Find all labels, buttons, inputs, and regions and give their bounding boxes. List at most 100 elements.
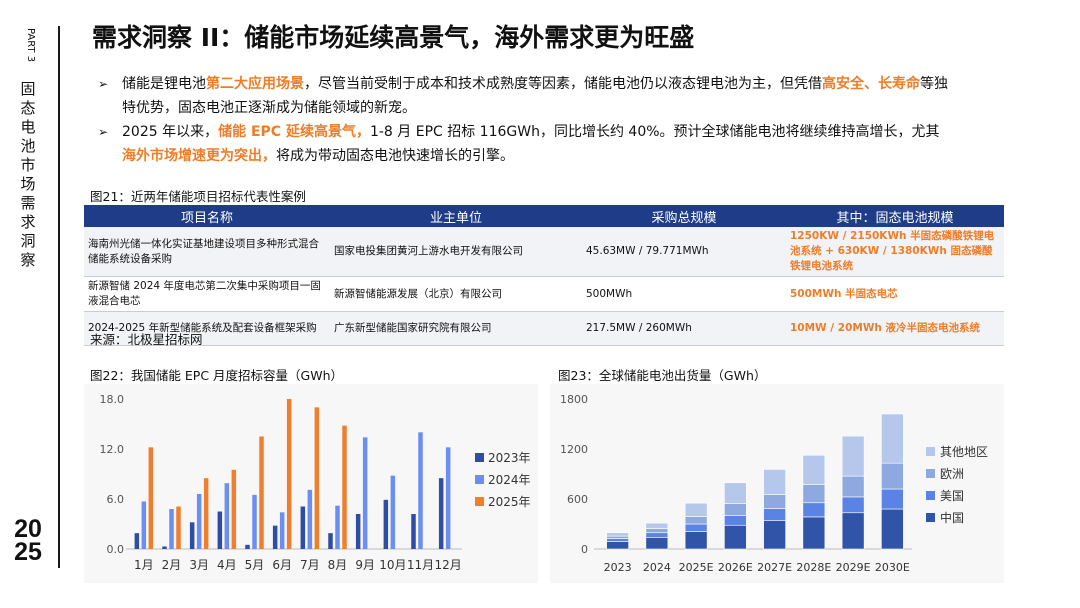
stack-segment-欧洲: [606, 535, 629, 539]
part-label: PART 3: [25, 28, 36, 63]
bar-2024年: [252, 494, 257, 549]
legend-swatch: [475, 475, 484, 484]
table-header-row: 项目名称 业主单位 采购总规模 其中：固态电池规模: [84, 205, 1004, 227]
legend-label: 2023年: [488, 451, 531, 465]
bar-2024年: [196, 494, 202, 549]
table-cell: 广东新型储能国家研究院有限公司: [330, 311, 582, 346]
bullet-text: 1-8 月 EPC 招标 116GWh，同比增长约 40%。预计全球储能电池将继…: [369, 124, 940, 140]
table-cell: 217.5MW / 260MWh: [582, 311, 786, 346]
table-cell: 10MW / 20MWh 液冷半固态电池系统: [786, 311, 1004, 346]
bullet-list: ➢ 储能是锂电池第二大应用场景，尽管当前受制于成本和技术成熟度等因素，储能电池仍以…: [98, 72, 948, 168]
bullet-text: 2025 年以来，: [122, 124, 219, 140]
bullet-arrow-icon: ➢: [98, 77, 109, 91]
chart-epc-monthly: 0.0 6.0 12.0 18.0 1月 2月 3月 4月 5月 6月 7月 8月 9月 10月 11月 12…: [84, 384, 538, 583]
legend-swatch: [926, 513, 935, 522]
table-source: 来源：北极星招标网: [90, 332, 203, 347]
stack-segment-其他地区: [841, 435, 865, 477]
stack-segment-美国: [684, 523, 708, 532]
section-title-char: 市: [20, 156, 36, 174]
x-tick-label: 2023: [604, 561, 632, 574]
table-cell: 500MWh: [582, 276, 786, 312]
bullet-item: ➢ 储能是锂电池第二大应用场景，尽管当前受制于成本和技术成熟度等因素，储能电池仍以…: [98, 72, 948, 120]
legend-label: 2025年: [488, 495, 531, 509]
stack-segment-其他地区: [763, 469, 786, 495]
legend-label: 其他地区: [940, 445, 988, 459]
bullet-highlight-text: 储能 EPC 延续高景气，: [218, 124, 370, 140]
stack-segment-欧洲: [645, 528, 669, 534]
x-tick-label: 2025E: [679, 561, 714, 574]
x-tick-label: 2026E: [718, 561, 753, 574]
bullet-item: ➢ 2025 年以来，储能 EPC 延续高景气，1-8 月 EPC 招标 116G…: [98, 120, 948, 168]
x-tick-label: 5月: [245, 558, 265, 572]
bar-2023年: [162, 546, 167, 549]
bar-2024年: [141, 501, 147, 549]
stack-segment-中国: [881, 508, 904, 550]
table-cell: 国家电投集团黄河上游水电开发有限公司: [330, 227, 582, 277]
stack-segment-中国: [763, 520, 786, 550]
bullet-text: ，尽管当前受制于成本和技术成熟度等因素，储能电池仍以液态锂电池为主，但凭借: [304, 76, 822, 92]
bullet-highlight-text: 高安全、长寿命: [822, 76, 920, 92]
y-tick-label: 0: [581, 543, 588, 556]
bar-2023年: [134, 533, 140, 549]
year-line-2: 25: [14, 538, 42, 566]
x-tick-label: 2024: [643, 561, 671, 574]
x-tick-label: 9月: [355, 558, 375, 572]
x-tick-label: 11月: [407, 558, 434, 572]
bullet-highlight-text: 第二大应用场景: [206, 76, 304, 92]
x-tick-label: 6月: [272, 558, 292, 572]
section-title-char: 场: [20, 175, 36, 193]
bar-2025年: [259, 436, 264, 549]
bar-2023年: [300, 506, 306, 549]
table-header-cell: 业主单位: [330, 205, 582, 227]
bar-2025年: [148, 447, 154, 549]
stack-segment-美国: [802, 502, 826, 518]
y-tick-label: 6.0: [107, 493, 125, 506]
x-tick-label: 2027E: [757, 561, 792, 574]
stack-segment-中国: [724, 524, 747, 550]
stack-segment-中国: [802, 516, 826, 550]
bar-2024年: [362, 437, 368, 549]
bullet-text: 将成为带动固态电池快速增长的引擎。: [276, 148, 514, 164]
table-cell: 新源智储 2024 年度电芯第二次集中采购项目一固液混合电芯: [84, 276, 330, 312]
x-tick-label: 7月: [300, 558, 320, 572]
table-row: 海南州光储一体化实证基地建设项目多种形式混合储能系统设备采购 国家电投集团黄河上…: [84, 227, 1004, 277]
stack-segment-美国: [881, 488, 904, 510]
side-divider: [58, 26, 60, 568]
legend-label: 中国: [940, 510, 964, 525]
bullet-arrow-icon: ➢: [98, 125, 109, 139]
table-header-cell: 项目名称: [84, 205, 330, 227]
bullet-text: 储能是锂电池: [122, 76, 206, 92]
chart-caption-epc: 图22：我国储能 EPC 月度招标容量（GWh）: [90, 368, 343, 383]
bar-2024年: [169, 509, 174, 549]
stack-segment-其他地区: [645, 522, 669, 529]
stack-segment-欧洲: [684, 516, 708, 525]
y-tick-label: 1200: [560, 443, 588, 456]
stack-segment-美国: [606, 538, 629, 542]
stack-segment-欧洲: [724, 503, 747, 516]
table-cell: 新源智储能源发展（北京）有限公司: [330, 276, 582, 312]
section-title-char: 需: [20, 194, 36, 212]
bar-2023年: [217, 511, 223, 549]
stack-segment-欧洲: [763, 494, 786, 509]
legend-label: 2024年: [488, 473, 531, 487]
bar-2023年: [245, 544, 250, 549]
bar-2025年: [231, 469, 237, 549]
x-tick-label: 3月: [189, 558, 209, 572]
section-title-char: 固: [20, 80, 36, 98]
bar-2024年: [390, 475, 396, 549]
table-caption: 图21：近两年储能项目招标代表性案例: [90, 189, 306, 204]
x-tick-label: 2028E: [796, 561, 831, 574]
stack-segment-其他地区: [606, 532, 629, 537]
chart-epc-svg: 0.0 6.0 12.0 18.0 1月 2月 3月 4月 5月 6月 7月 8月 9月 10月 11月 12…: [100, 393, 531, 572]
table-row: 2024-2025 年新型储能系统及配套设备框架采购 广东新型储能国家研究院有限…: [84, 311, 1004, 346]
stack-segment-其他地区: [684, 502, 708, 517]
bullet-highlight-text: 海外市场增速更为突出，: [122, 148, 276, 164]
bar-2024年: [445, 447, 451, 549]
bar-2023年: [438, 478, 444, 549]
x-tick-label: 2030E: [875, 561, 910, 574]
stack-segment-中国: [606, 541, 629, 550]
stack-segment-美国: [763, 508, 786, 521]
table-cell: 海南州光储一体化实证基地建设项目多种形式混合储能系统设备采购: [84, 227, 330, 277]
chart-caption-global: 图23：全球储能电池出货量（GWh）: [558, 368, 767, 383]
section-title-char: 电: [20, 118, 36, 136]
